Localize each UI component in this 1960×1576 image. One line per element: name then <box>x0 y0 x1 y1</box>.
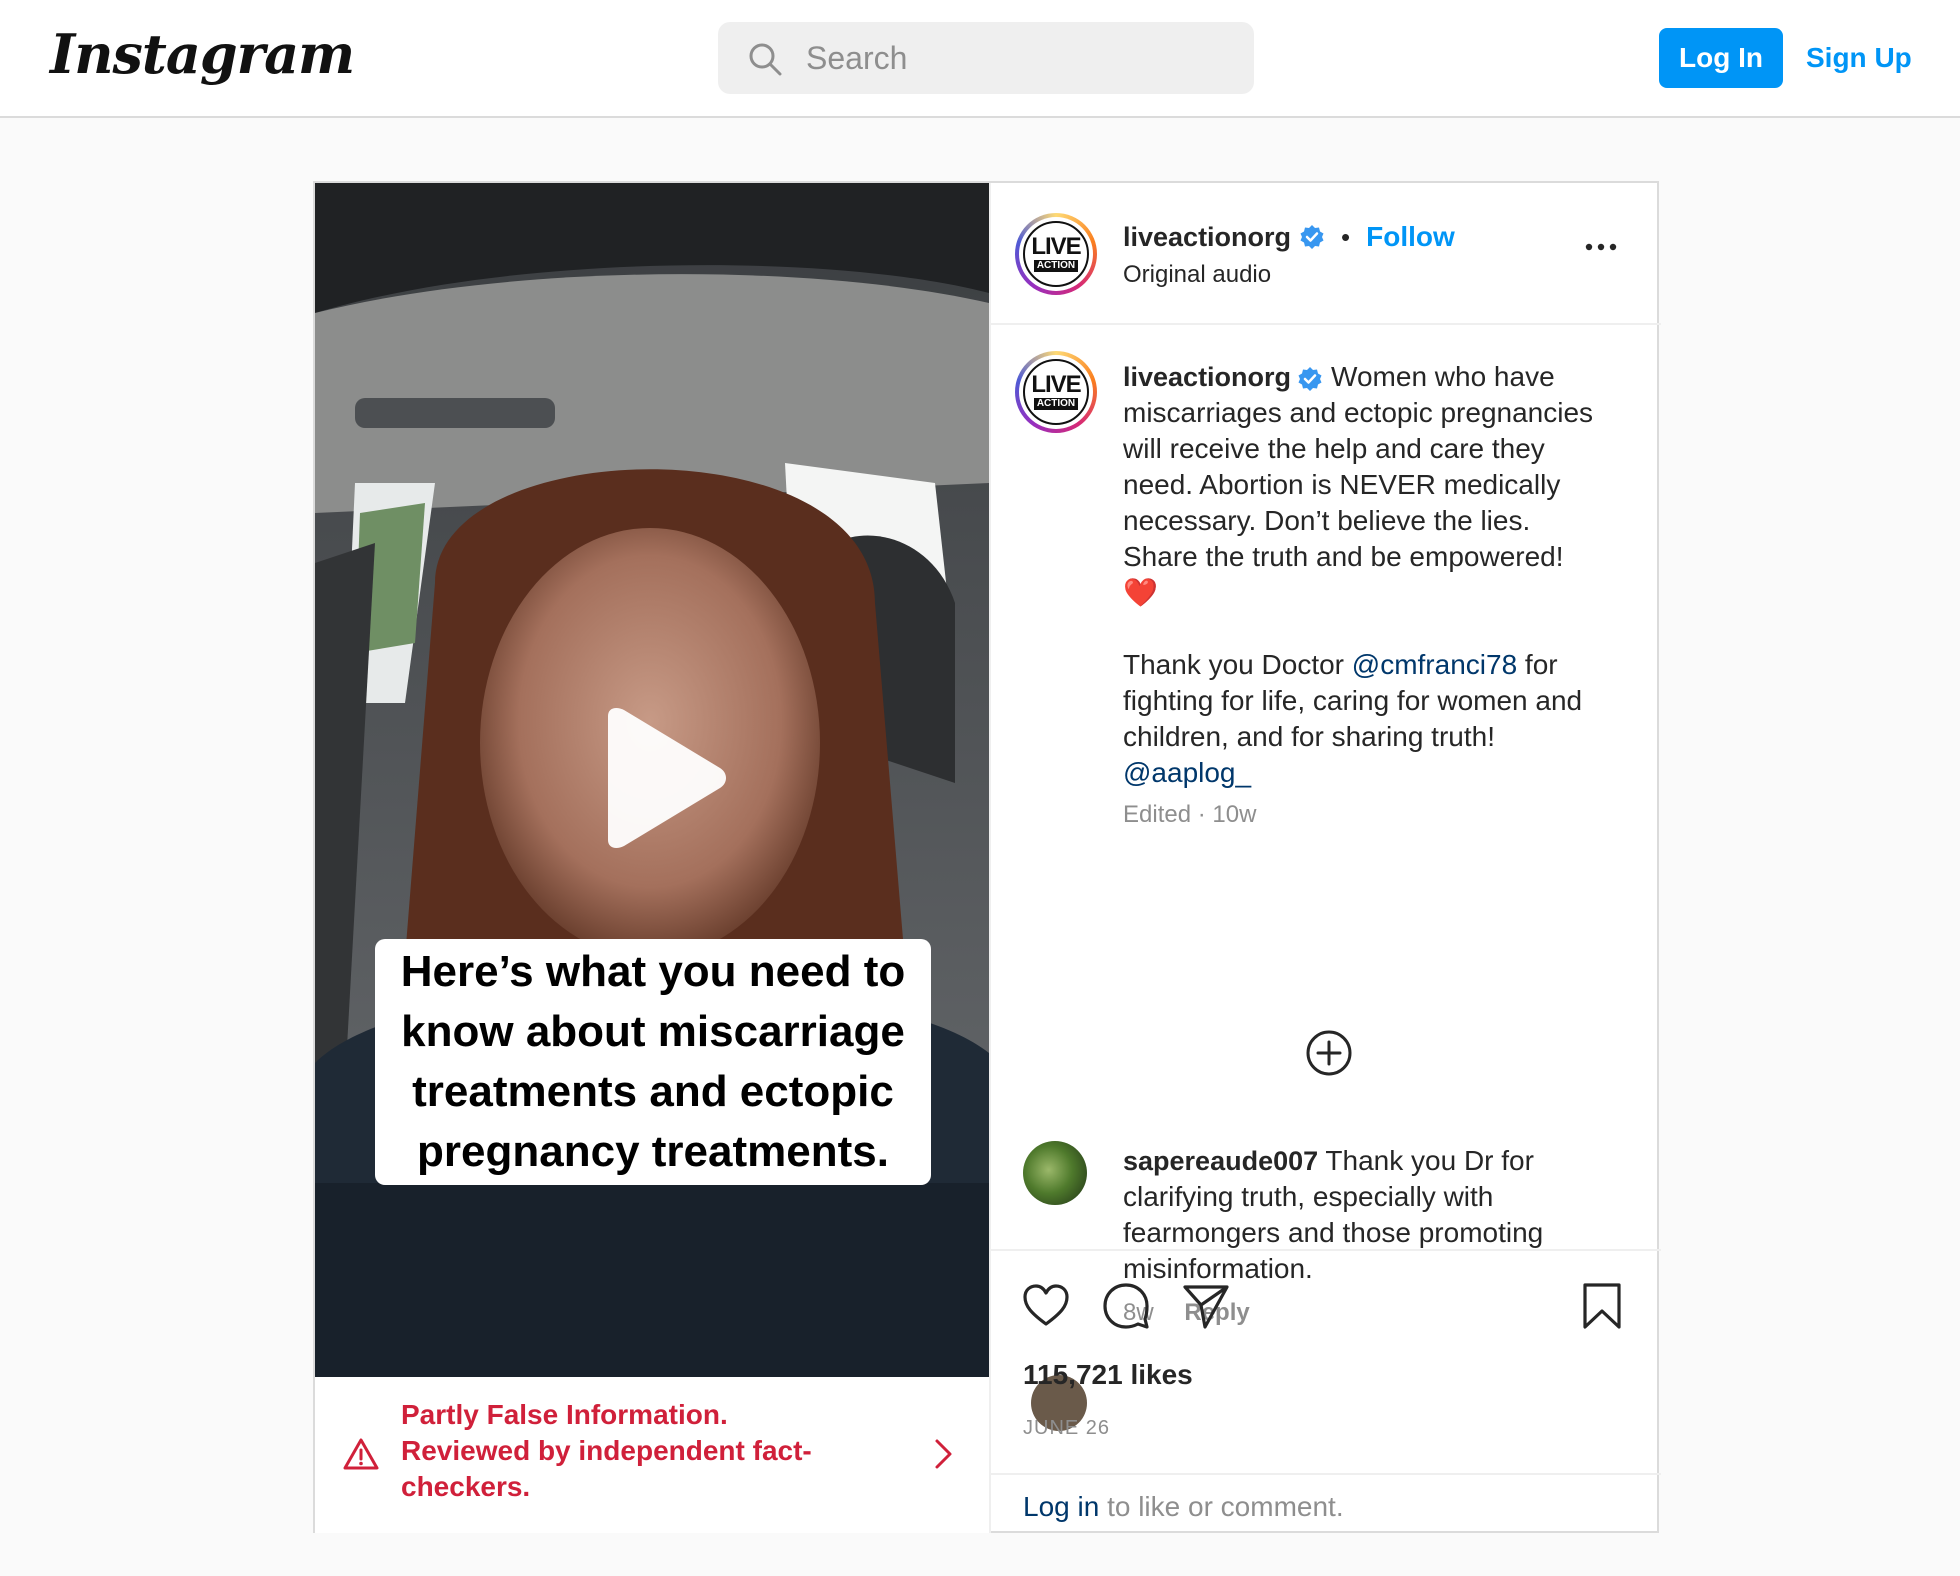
post-actions: 115,721 likes JUNE 26 <box>991 1249 1661 1473</box>
likes-count[interactable]: 115,721 likes <box>1023 1359 1193 1391</box>
fact-check-text: Partly False Information. Reviewed by in… <box>401 1397 871 1505</box>
search-icon <box>749 43 782 76</box>
warning-icon <box>343 1438 379 1470</box>
login-prompt-text: to like or comment. <box>1099 1491 1344 1522</box>
post-header: LIVE ACTION liveactionorg • Follow Origi… <box>991 183 1661 325</box>
verified-badge-icon <box>1300 225 1324 249</box>
fact-check-banner[interactable]: Partly False Information. Reviewed by in… <box>315 1377 989 1533</box>
post-video[interactable]: Here’s what you need to know about misca… <box>315 183 989 1377</box>
save-bookmark-icon[interactable] <box>1577 1281 1627 1331</box>
post-sidebar: LIVE ACTION liveactionorg • Follow Origi… <box>989 183 1661 1533</box>
separator-dot: • <box>1341 221 1351 252</box>
load-more-comments-icon[interactable] <box>1305 1029 1353 1077</box>
verified-badge-icon <box>1298 366 1322 391</box>
log-in-button[interactable]: Log In <box>1659 28 1783 88</box>
like-heart-icon[interactable] <box>1021 1281 1071 1331</box>
search-box[interactable] <box>718 22 1254 94</box>
commenter-username[interactable]: sapereaude007 <box>1123 1146 1318 1176</box>
avatar-logo-top: LIVE <box>1031 371 1081 398</box>
author-avatar[interactable]: LIVE ACTION <box>1015 213 1097 295</box>
post-caption: liveactionorg Women who have miscarriage… <box>1123 359 1603 833</box>
login-link[interactable]: Log in <box>1023 1491 1099 1522</box>
audio-label[interactable]: Original audio <box>1123 261 1271 289</box>
video-caption-overlay: Here’s what you need to know about misca… <box>375 939 931 1185</box>
avatar-logo-bottom: ACTION <box>1033 260 1079 272</box>
search-input[interactable] <box>806 32 1226 84</box>
caption-paragraph-1: Women who have miscarriages and ectopic … <box>1123 361 1594 608</box>
fact-check-detail: Reviewed by independent fact-checkers. <box>401 1435 812 1502</box>
avatar-logo-bottom: ACTION <box>1033 398 1079 410</box>
follow-button[interactable]: Follow <box>1366 221 1455 253</box>
caption-author-avatar[interactable]: LIVE ACTION <box>1015 351 1097 433</box>
login-prompt: Log in to like or comment. <box>991 1473 1661 1533</box>
instagram-logo[interactable]: Instagram <box>50 22 355 86</box>
play-icon[interactable] <box>598 708 728 848</box>
fact-check-label: Partly False Information. <box>401 1399 728 1430</box>
author-username[interactable]: liveactionorg <box>1123 222 1291 253</box>
more-options-icon[interactable] <box>1581 237 1621 257</box>
mention-link[interactable]: @aaplog_ <box>1123 757 1251 788</box>
post-card: Here’s what you need to know about misca… <box>313 181 1661 1533</box>
mention-link[interactable]: @cmfranci78 <box>1352 649 1517 680</box>
caption-username[interactable]: liveactionorg <box>1123 362 1291 392</box>
commenter-avatar[interactable] <box>1023 1141 1087 1205</box>
avatar-logo-top: LIVE <box>1031 233 1081 260</box>
sign-up-link[interactable]: Sign Up <box>1806 28 1912 88</box>
share-icon[interactable] <box>1181 1281 1231 1331</box>
post-date: JUNE 26 <box>1023 1417 1111 1439</box>
chevron-right-icon[interactable] <box>933 1437 955 1471</box>
comment-icon[interactable] <box>1101 1281 1151 1331</box>
caption-meta: Edited · 10w <box>1123 801 1257 828</box>
caption-thanks-text: Thank you Doctor <box>1123 649 1352 680</box>
top-nav: Instagram Log In Sign Up <box>0 0 1960 118</box>
